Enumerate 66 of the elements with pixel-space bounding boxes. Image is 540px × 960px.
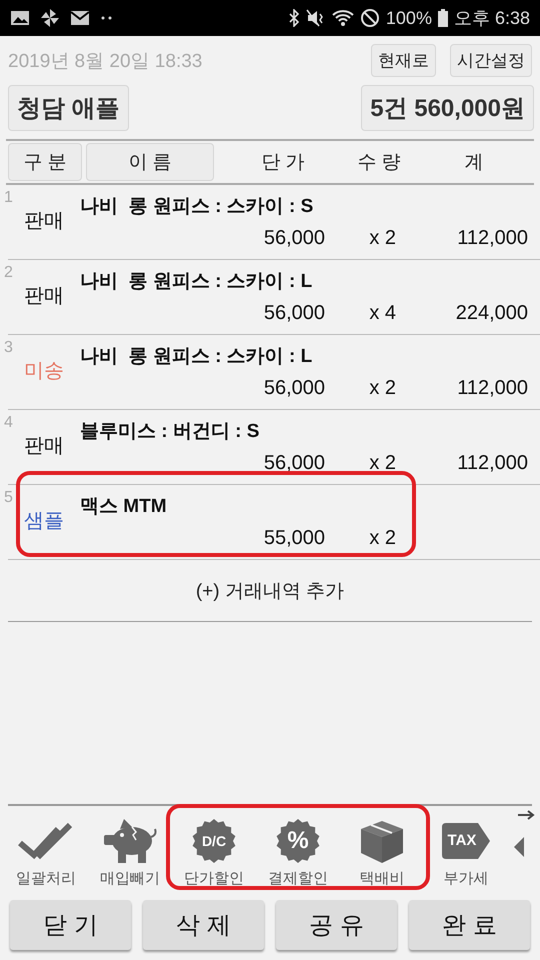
date-time: 2019년 8월 20일 18:33 [8,50,202,74]
wifi-icon [332,9,354,27]
more-dots-icon [100,15,114,21]
item-name: 나비 롱 원피스 : 스카이 : L [80,270,314,294]
item-name: 나비 롱 원피스 : 스카이 : L [80,345,314,369]
summary-total: 5건 560,000원 [361,85,534,131]
column-header: 단 가 [260,151,306,175]
add-transaction-button[interactable]: (+) 거래내역 추가 [190,576,350,604]
row-number: 2 [4,264,13,282]
unit-price: 56,000 [262,302,325,325]
image-icon [10,9,30,27]
line-total: 224,000 [454,302,528,325]
toolbar-button[interactable]: % 결제할인 [256,817,340,888]
column-header-button[interactable]: 구 분 [8,143,82,181]
row-number: 4 [4,414,13,432]
box-icon [359,819,405,863]
clock: 오후 6:38 [454,7,530,30]
toolbar-button[interactable]: 택배비 [340,817,424,888]
transaction-type: 미송 [24,359,64,384]
toolbar-button[interactable]: TAX 부가세 [424,817,508,888]
percent-badge-icon: % [276,819,320,863]
quantity: x 4 [368,302,396,325]
row-number: 5 [4,489,13,507]
column-header-button[interactable]: 이 름 [86,143,214,181]
tax-tag-icon: TAX [442,823,490,859]
toolbar-button[interactable]: D/C 단가할인 [172,817,256,888]
unit-price: 56,000 [262,452,325,475]
quantity: x 2 [368,227,396,250]
action-button[interactable]: 닫 기 [10,900,131,950]
header-button[interactable]: 현재로 [371,44,436,77]
line-total: 112,000 [456,227,528,250]
transaction-type: 판매 [24,434,64,459]
item-name: 나비 롱 원피스 : 스카이 : S [80,195,314,219]
action-button[interactable]: 완 료 [409,900,530,950]
pinwheel-icon [40,8,60,28]
unit-price: 56,000 [262,227,325,250]
toolbar-button[interactable]: 매입빼기 [88,817,172,888]
quantity: x 2 [368,452,396,475]
row-number: 3 [4,339,13,357]
broken-piggy-bank-icon [102,819,158,863]
line-total: 112,000 [456,377,528,400]
column-header: 계 [464,151,484,175]
quantity: x 2 [368,527,396,550]
unit-price: 55,000 [262,527,325,550]
unit-price: 56,000 [262,377,325,400]
customer-button[interactable]: 청담 애플 [8,85,129,131]
battery-icon [438,9,448,27]
header-button[interactable]: 시간설정 [450,44,532,77]
item-name: 맥스 MTM [80,495,168,519]
bluetooth-icon [288,9,300,27]
battery-percent: 100% [386,8,432,28]
action-button[interactable]: 공 유 [276,900,397,950]
scroll-right-arrow-icon [518,810,536,820]
line-total: 112,000 [456,452,528,475]
mail-icon [70,10,90,26]
toolbar-button[interactable]: 일괄처리 [4,817,88,888]
column-header: 수 량 [356,151,402,175]
action-button[interactable]: 삭 제 [143,900,264,950]
row-number: 1 [4,189,13,207]
transaction-type: 판매 [24,284,64,309]
item-name: 블루미스 : 버건디 : S [80,420,260,444]
transaction-type: 판매 [24,209,64,234]
discount-badge-icon: D/C [192,819,236,863]
transaction-type: 샘플 [24,509,64,534]
quantity: x 2 [368,377,396,400]
blocked-icon [360,8,380,28]
